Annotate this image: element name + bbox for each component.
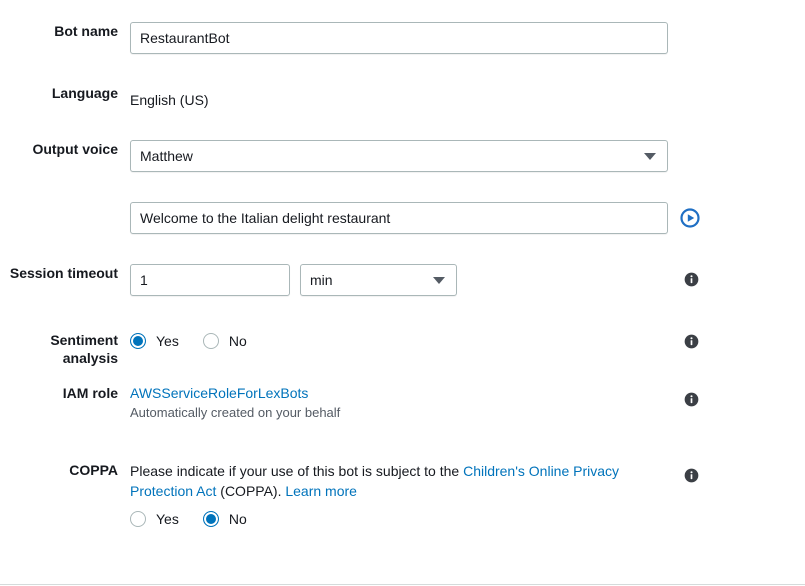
- session-timeout-row: Session timeout 1 min: [0, 264, 457, 296]
- iam-role-label: IAM role: [62, 385, 118, 401]
- output-voice-field-wrap: Matthew: [130, 140, 668, 172]
- sentiment-analysis-radio-no-label: No: [228, 333, 247, 349]
- sentiment-analysis-radio-yes-label: Yes: [156, 333, 179, 349]
- sentiment-analysis-radio-group: Yes No: [130, 331, 271, 351]
- language-field-wrap: English (US): [130, 84, 209, 116]
- output-voice-label: Output voice: [32, 141, 118, 157]
- coppa-text-before: Please indicate if your use of this bot …: [130, 463, 464, 479]
- info-icon[interactable]: [684, 468, 699, 483]
- greeting-prompt-field-wrap: Welcome to the Italian delight restauran…: [130, 202, 700, 234]
- info-icon[interactable]: [684, 272, 699, 287]
- coppa-text-middle: (COPPA).: [216, 483, 286, 499]
- info-icon[interactable]: [684, 392, 699, 407]
- output-voice-value: Matthew: [140, 148, 193, 164]
- greeting-prompt-input[interactable]: Welcome to the Italian delight restauran…: [130, 202, 668, 234]
- coppa-radio-yes-label: Yes: [156, 511, 179, 527]
- coppa-label: COPPA: [69, 462, 118, 478]
- bot-name-field-wrap: RestaurantBot: [130, 22, 668, 54]
- bot-name-row: Bot name RestaurantBot: [0, 22, 668, 54]
- sentiment-analysis-field-wrap: Yes No: [130, 331, 271, 351]
- iam-role-description: Automatically created on your behalf: [130, 405, 341, 420]
- coppa-description: Please indicate if your use of this bot …: [130, 461, 638, 501]
- sentiment-analysis-row: Sentiment analysis Yes No: [0, 331, 271, 367]
- coppa-radio-no[interactable]: [202, 511, 219, 527]
- session-timeout-field-wrap: 1 min: [130, 264, 457, 296]
- greeting-prompt-row: Welcome to the Italian delight restauran…: [0, 202, 700, 234]
- info-icon[interactable]: [684, 334, 699, 349]
- output-voice-row: Output voice Matthew: [0, 140, 668, 172]
- iam-role-field-wrap: AWSServiceRoleForLexBots Automatically c…: [130, 384, 340, 422]
- coppa-radio-group: Yes No: [130, 509, 638, 529]
- sentiment-analysis-radio-yes[interactable]: [130, 333, 146, 349]
- language-value: English (US): [130, 92, 209, 108]
- output-voice-select[interactable]: Matthew: [130, 140, 668, 172]
- language-label: Language: [51, 85, 118, 101]
- session-timeout-input[interactable]: 1: [130, 264, 290, 296]
- session-timeout-unit-value: min: [310, 272, 333, 288]
- coppa-field-wrap: Please indicate if your use of this bot …: [130, 461, 638, 529]
- session-timeout-unit-select[interactable]: min: [300, 264, 457, 296]
- play-circle-icon[interactable]: [680, 208, 700, 228]
- session-timeout-label: Session timeout: [9, 265, 118, 281]
- iam-role-row: IAM role AWSServiceRoleForLexBots Automa…: [0, 384, 341, 422]
- chevron-down-icon: [433, 277, 445, 284]
- sentiment-analysis-radio-no[interactable]: [202, 333, 219, 349]
- bot-name-input[interactable]: RestaurantBot: [130, 22, 668, 54]
- coppa-row: COPPA Please indicate if your use of thi…: [0, 461, 638, 529]
- language-row: Language English (US): [0, 84, 209, 116]
- coppa-radio-no-label: No: [228, 511, 247, 527]
- sentiment-analysis-label: Sentiment analysis: [50, 332, 118, 366]
- bot-settings-form: Bot name RestaurantBot Language English …: [0, 0, 805, 585]
- iam-role-link[interactable]: AWSServiceRoleForLexBots: [130, 384, 340, 402]
- bot-name-label: Bot name: [54, 23, 118, 39]
- coppa-learn-more-link[interactable]: Learn more: [285, 483, 357, 499]
- coppa-radio-yes[interactable]: [130, 511, 146, 527]
- chevron-down-icon: [644, 153, 656, 160]
